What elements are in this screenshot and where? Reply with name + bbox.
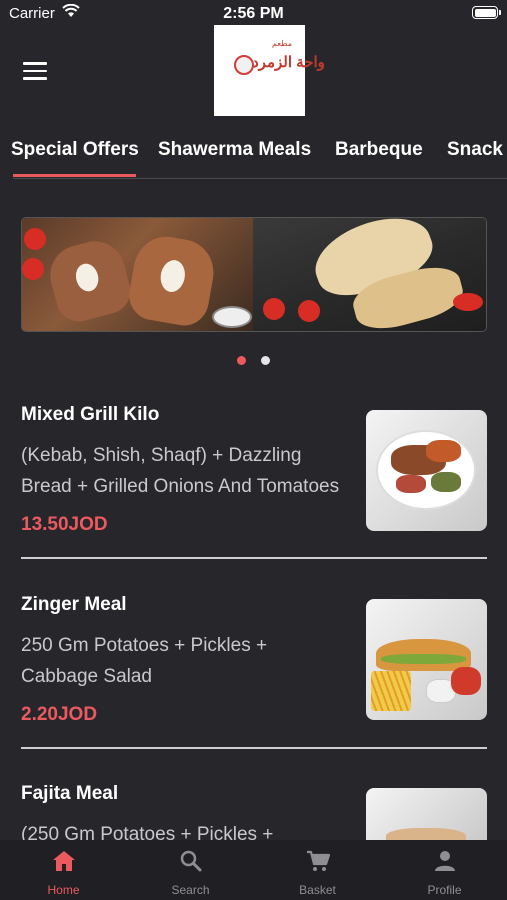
pickles-box bbox=[451, 667, 481, 695]
category-tabs: Special Offers Shawerma Meals Barbeque S… bbox=[0, 137, 507, 179]
nav-search[interactable]: Search bbox=[127, 840, 254, 900]
fries bbox=[371, 671, 411, 711]
carousel-pager[interactable] bbox=[0, 352, 507, 370]
item-description: 250 Gm Potatoes + Pickles + Cabbage Sala… bbox=[21, 635, 268, 687]
item-divider bbox=[21, 747, 487, 749]
tabs-divider bbox=[13, 178, 507, 179]
item-divider bbox=[21, 557, 487, 559]
tab-shawerma-meals[interactable]: Shawerma Meals bbox=[158, 139, 311, 161]
banner-image-shawerma bbox=[22, 218, 253, 331]
menu-item[interactable]: Zinger Meal 250 Gm Potatoes + Pickles + … bbox=[21, 594, 487, 734]
nav-label: Basket bbox=[299, 883, 336, 897]
menu-item[interactable]: Fajita Meal (250 Gm Potatoes + Pickles + bbox=[21, 783, 487, 845]
nav-label: Search bbox=[171, 883, 210, 897]
clock: 2:56 PM bbox=[223, 5, 284, 22]
fajita-meal-image[interactable] bbox=[366, 788, 487, 843]
pager-dot[interactable] bbox=[260, 356, 270, 365]
tab-special-offers[interactable]: Special Offers bbox=[11, 139, 139, 161]
item-title: Mixed Grill Kilo bbox=[21, 404, 160, 425]
tomato-decor bbox=[24, 228, 46, 250]
item-description: (Kebab, Shish, Shaqf) + Dazzling Bread +… bbox=[21, 445, 340, 497]
menu-item[interactable]: Mixed Grill Kilo (Kebab, Shish, Shaqf) +… bbox=[21, 404, 487, 544]
pager-dot-active[interactable] bbox=[237, 356, 247, 365]
home-icon bbox=[52, 851, 75, 871]
active-tab-indicator bbox=[13, 174, 136, 177]
item-title: Fajita Meal bbox=[21, 783, 119, 804]
offers-banner[interactable] bbox=[21, 217, 487, 332]
nav-profile[interactable]: Profile bbox=[381, 840, 507, 900]
lettuce bbox=[381, 654, 466, 664]
cart-icon bbox=[306, 850, 330, 871]
banner-image-rolls bbox=[253, 218, 486, 331]
shawerma-wrap bbox=[125, 231, 219, 330]
restaurant-logo: مطعم واحة الزمرد bbox=[214, 25, 325, 116]
nav-basket[interactable]: Basket bbox=[254, 840, 381, 900]
logo-small-text: مطعم bbox=[272, 39, 293, 48]
salad bbox=[431, 472, 461, 492]
tomato-decor bbox=[22, 258, 44, 280]
shawerma-wrap bbox=[43, 234, 136, 327]
menu-icon[interactable] bbox=[23, 62, 47, 82]
sauce-cup bbox=[212, 306, 252, 328]
search-icon bbox=[180, 850, 201, 872]
status-bar: Carrier 2:56 PM bbox=[0, 0, 507, 28]
item-title: Zinger Meal bbox=[21, 594, 127, 615]
nav-home[interactable]: Home bbox=[0, 840, 127, 900]
profile-icon bbox=[434, 851, 455, 871]
logo-text: واحة الزمرد bbox=[252, 54, 325, 71]
tab-barbeque[interactable]: Barbeque bbox=[335, 139, 423, 161]
mixed-grill-image[interactable] bbox=[366, 410, 487, 531]
tomato-decor bbox=[263, 298, 285, 320]
logo-badge bbox=[234, 55, 254, 75]
zinger-meal-image[interactable] bbox=[366, 599, 487, 720]
tab-snack[interactable]: Snack & Sandwiches bbox=[447, 139, 507, 161]
bottom-navigation: Home Search Basket Profile bbox=[0, 840, 507, 900]
grill-meat bbox=[396, 475, 426, 493]
item-price: 2.20JOD bbox=[21, 704, 98, 725]
item-price: 13.50JOD bbox=[21, 514, 108, 535]
grill-meat bbox=[426, 440, 461, 462]
pepper-decor bbox=[453, 293, 483, 311]
tomato-decor bbox=[298, 300, 320, 322]
nav-label: Home bbox=[47, 883, 80, 897]
battery-icon bbox=[472, 6, 501, 19]
nav-label: Profile bbox=[427, 883, 462, 897]
